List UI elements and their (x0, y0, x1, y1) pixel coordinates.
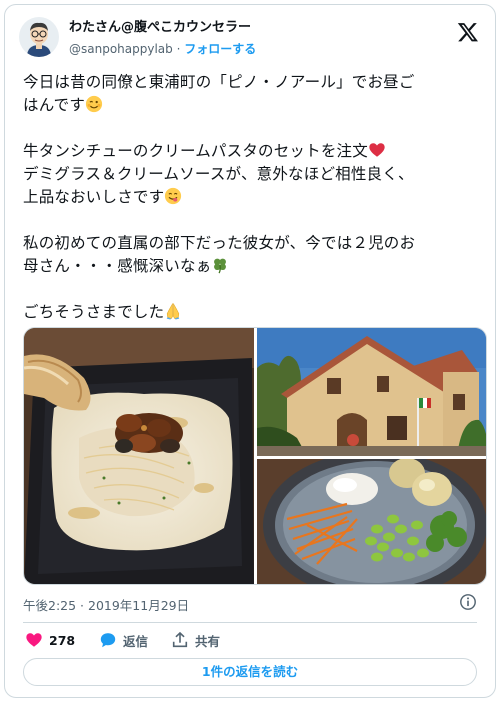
share-button[interactable]: 共有 (171, 630, 220, 650)
salad-photo[interactable] (257, 459, 486, 584)
tweet-line: デミグラス＆クリームソースが、意外なほど相性良く、 (23, 165, 414, 183)
red-heart-emoji-icon (369, 143, 385, 157)
pasta-photo[interactable] (24, 328, 254, 584)
tweet-card: わたさん@腹ぺこカウンセラー @sanpohappylab · フォローする 今… (4, 4, 496, 698)
share-icon (172, 631, 188, 648)
tweet-line: 私の初めての直属の部下だった彼女が、今では２児のお (23, 234, 416, 252)
x-logo-icon[interactable] (457, 21, 479, 43)
restaurant-building-photo[interactable] (257, 328, 486, 456)
author-display-name[interactable]: わたさん@腹ぺこカウンセラー (69, 19, 256, 37)
tweet-header: わたさん@腹ぺこカウンセラー @sanpohappylab · フォローする (19, 17, 481, 63)
folded-hands-emoji-icon (167, 302, 180, 320)
read-replies-button[interactable]: 1件の返信を読む (23, 658, 477, 686)
four-leaf-clover-emoji-icon (214, 258, 227, 274)
speech-bubble-icon (100, 633, 116, 648)
tweet-line: 母さん・・・感慨深いなぁ (23, 257, 212, 275)
tweet-text: 今日は昔の同僚と東浦町の「ピノ・ノアール」でお昼ご はんです 牛タンシチューのク… (23, 71, 485, 324)
like-count: 278 (49, 632, 76, 648)
author-handle-line: @sanpohappylab · フォローする (69, 40, 256, 58)
like-button[interactable]: 278 (25, 630, 75, 650)
author-names: わたさん@腹ぺこカウンセラー @sanpohappylab · フォローする (69, 19, 256, 58)
wink-emoji-icon (85, 95, 103, 113)
media-grid (23, 327, 487, 585)
follow-button[interactable]: フォローする (184, 42, 256, 56)
tweet-line: 上品なおいしさです (23, 188, 165, 206)
share-label: 共有 (195, 633, 221, 649)
tweet-line: 今日は昔の同僚と東浦町の「ピノ・ノアール」でお昼ご (23, 73, 415, 91)
divider (23, 622, 477, 623)
tweet-timestamp[interactable]: 午後2:25 · 2019年11月29日 (23, 595, 189, 614)
handle-separator: · (172, 42, 185, 56)
info-icon[interactable] (459, 593, 477, 611)
heart-icon (26, 633, 42, 647)
yum-emoji-icon (165, 187, 182, 205)
reply-button[interactable]: 返信 (99, 630, 148, 650)
tweet-line: はんです (23, 96, 86, 114)
author-handle[interactable]: @sanpohappylab (69, 42, 173, 56)
tweet-line: ごちそうさまでした (23, 303, 165, 321)
tweet-line: 牛タンシチューのクリームパスタのセットを注文 (23, 142, 368, 160)
avatar[interactable] (19, 17, 59, 57)
reply-label: 返信 (123, 633, 149, 649)
